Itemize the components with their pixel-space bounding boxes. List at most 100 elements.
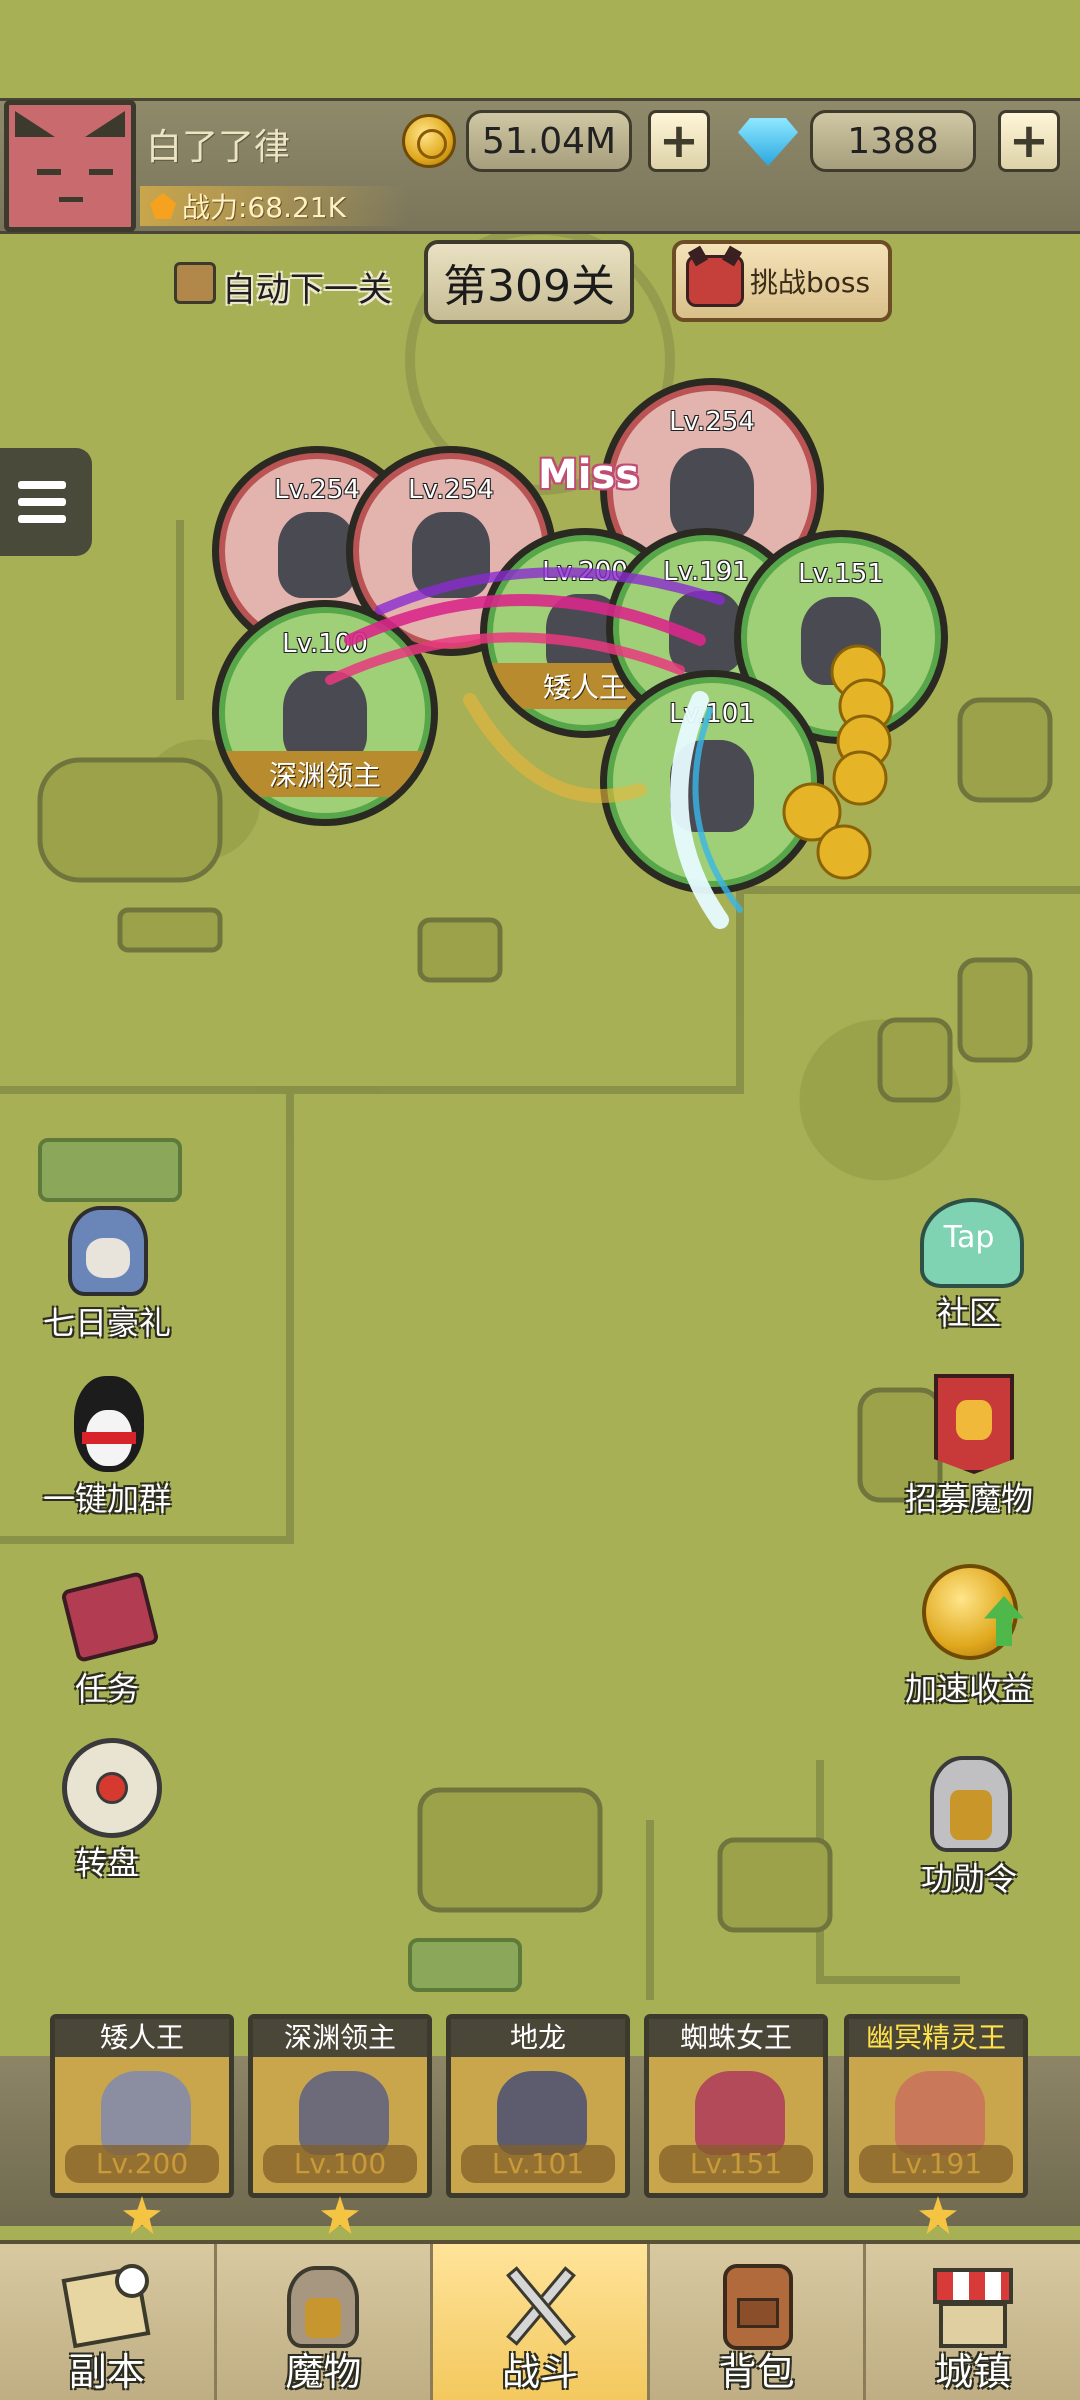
boss-demon-icon [686, 255, 744, 307]
plus-label: + [1008, 113, 1050, 169]
ally-level: Lv.101 [669, 699, 755, 729]
player-name: 白了了律 [146, 127, 291, 168]
spider-queen-icon [695, 2071, 785, 2155]
merit-order-button[interactable]: 功勋令 [884, 1750, 1054, 1900]
earth-dragon-icon [497, 2071, 587, 2155]
tap-community-icon: Tap [914, 1184, 1024, 1294]
combat-power-value: 战力:68.21K [182, 191, 346, 224]
recruit-banner-icon [914, 1370, 1024, 1480]
tab-monsters[interactable]: 魔物 [217, 2244, 434, 2400]
gem-value: 1388 [847, 120, 939, 162]
hero-slot[interactable]: 矮人王 Lv.200 [50, 2014, 234, 2198]
spider-queen-icon [801, 597, 881, 685]
speed-coin-icon [914, 1560, 1024, 1670]
elf-king-icon [668, 590, 744, 673]
helmet-knight-icon [52, 1194, 162, 1304]
hero-level: Lv.151 [659, 2145, 813, 2183]
feature-label: 功勋令 [920, 1860, 1017, 1898]
gem-amount: 1388 [810, 110, 976, 172]
feature-label: 招募魔物 [904, 1480, 1033, 1518]
tab-label: 魔物 [285, 2350, 362, 2394]
penguin-icon [52, 1370, 162, 1480]
abyss-lord-icon [299, 2071, 389, 2155]
enemy-level: Lv.254 [408, 475, 494, 505]
join-group-button[interactable]: 一键加群 [22, 1370, 192, 1520]
merit-helmet-icon [914, 1750, 1024, 1860]
seven-day-gift-button[interactable]: 七日豪礼 [22, 1194, 192, 1344]
tab-battle[interactable]: 战斗 [433, 2244, 650, 2400]
power-icon [150, 193, 176, 219]
tab-town[interactable]: 城镇 [866, 2244, 1080, 2400]
tab-label: 背包 [718, 2350, 795, 2394]
tab-backpack[interactable]: 背包 [650, 2244, 867, 2400]
tab-label: 城镇 [935, 2350, 1012, 2394]
boss-button-label: 挑战boss [750, 266, 871, 299]
feature-label: 社区 [936, 1294, 1001, 1332]
abyss-lord-icon [282, 670, 368, 764]
tap-label: Tap [943, 1220, 995, 1255]
gold-amount: 51.04M [466, 110, 632, 172]
ally-token: Lv.101 [600, 670, 824, 894]
player-avatar[interactable] [4, 100, 136, 232]
gold-value: 51.04M [481, 120, 617, 162]
hero-level: Lv.100 [263, 2145, 417, 2183]
bear-monster-icon [411, 511, 491, 599]
auto-next-label[interactable]: 自动下一关 [222, 262, 392, 311]
menu-line-icon [18, 481, 66, 489]
auto-next-checkbox[interactable] [174, 262, 216, 304]
ally-level: Lv.100 [282, 629, 368, 659]
crossed-swords-icon [492, 2258, 588, 2354]
hero-slot[interactable]: 深渊领主 Lv.100 [248, 2014, 432, 2198]
quest-book-icon [52, 1560, 162, 1670]
plus-label: + [658, 113, 700, 169]
spin-wheel-button[interactable]: 转盘 [22, 1734, 192, 1884]
quest-button[interactable]: 任务 [22, 1560, 192, 1710]
hero-name: 深渊领主 [253, 2019, 427, 2057]
enemy-level: Lv.254 [669, 407, 755, 437]
add-gold-button[interactable]: + [648, 110, 710, 172]
hero-level: Lv.101 [461, 2145, 615, 2183]
bear-monster-icon [670, 448, 754, 541]
earth-dragon-icon [670, 740, 754, 833]
speed-income-button[interactable]: 加速收益 [884, 1560, 1054, 1710]
tab-dungeon[interactable]: 副本 [0, 2244, 217, 2400]
community-button[interactable]: Tap 社区 [884, 1184, 1054, 1334]
add-gem-button[interactable]: + [998, 110, 1060, 172]
miss-popup: Miss [538, 452, 640, 498]
bear-monster-icon [277, 511, 357, 599]
feature-label: 一键加群 [42, 1480, 171, 1518]
hero-slot[interactable]: 地龙 Lv.101 [446, 2014, 630, 2198]
hero-level: Lv.191 [859, 2145, 1013, 2183]
hero-slot[interactable]: 蜘蛛女王 Lv.151 [644, 2014, 828, 2198]
challenge-boss-button[interactable]: 挑战boss [672, 240, 892, 322]
bottom-navigation: 副本 魔物 战斗 背包 城镇 [0, 2240, 1080, 2400]
stage-indicator: 第309关 [424, 240, 634, 324]
town-shop-icon [925, 2258, 1021, 2354]
dwarf-king-icon [101, 2071, 191, 2155]
feature-label: 任务 [74, 1670, 139, 1708]
hamburger-menu-button[interactable] [0, 448, 92, 556]
feature-label: 转盘 [74, 1844, 139, 1882]
recruit-monster-button[interactable]: 招募魔物 [884, 1370, 1054, 1520]
menu-line-icon [18, 515, 66, 523]
ally-name: 深渊领主 [219, 751, 431, 797]
tab-label: 副本 [68, 2350, 145, 2394]
map-icon [59, 2258, 155, 2354]
tab-label: 战斗 [501, 2350, 578, 2394]
hero-name: 幽冥精灵王 [849, 2019, 1023, 2057]
combat-power: 战力:68.21K [140, 186, 410, 226]
wheel-icon [52, 1734, 162, 1844]
hero-level: Lv.200 [65, 2145, 219, 2183]
hero-name: 矮人王 [55, 2019, 229, 2057]
ally-level: Lv.151 [798, 559, 884, 589]
feature-label: 七日豪礼 [42, 1304, 171, 1342]
monster-helmet-icon [275, 2258, 371, 2354]
feature-label: 加速收益 [904, 1670, 1033, 1708]
ally-token: Lv.100 深渊领主 [212, 600, 438, 826]
menu-line-icon [18, 498, 66, 506]
stage-number: 第309关 [443, 261, 615, 312]
gold-coin-icon [402, 114, 456, 168]
hero-name: 地龙 [451, 2019, 625, 2057]
elf-king-icon [895, 2071, 985, 2155]
hero-slot[interactable]: 幽冥精灵王 Lv.191 [844, 2014, 1028, 2198]
